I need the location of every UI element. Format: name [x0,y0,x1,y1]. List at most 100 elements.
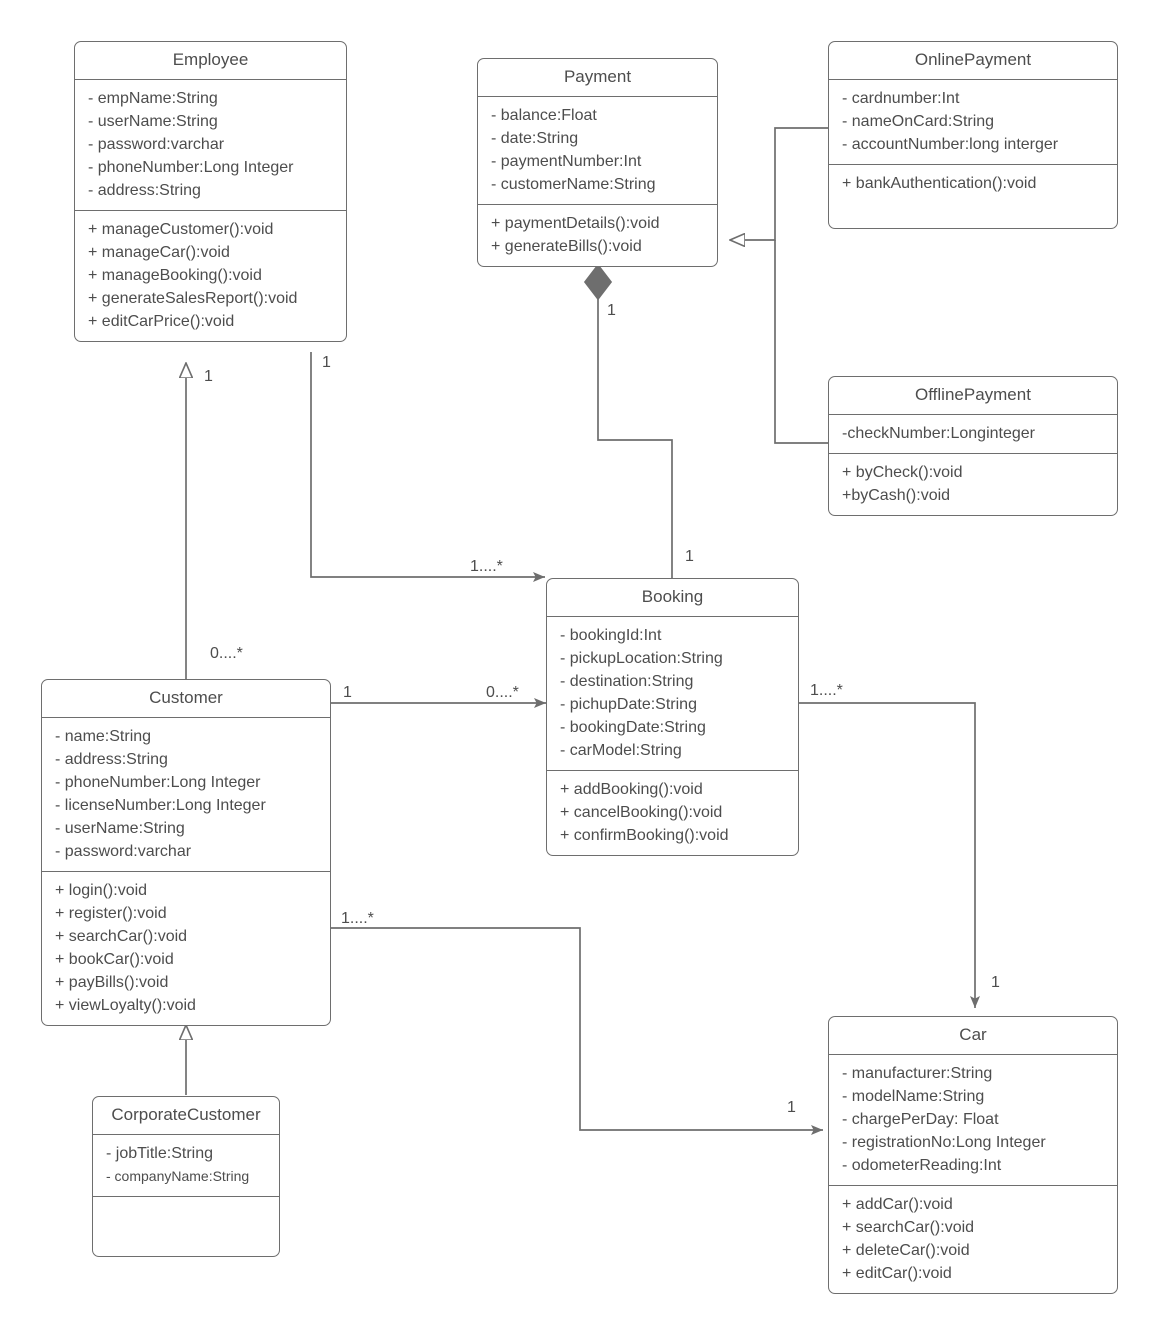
operation-row: + payBills():void [55,974,169,992]
attribute-row: - userName:String [55,820,185,838]
attribute-row: - destination:String [560,673,694,691]
multiplicity-customer-booking-source: 1 [343,684,352,701]
class-employee-attributes: - empName:String - userName:String - pas… [75,80,346,212]
class-customer-attributes: - name:String - address:String - phoneNu… [42,718,330,873]
edge-employee-booking [310,352,545,582]
class-car[interactable]: Car - manufacturer:String - modelName:St… [828,1016,1118,1295]
multiplicity-customer-above: 0....* [210,645,243,662]
class-offlinepayment[interactable]: OfflinePayment -checkNumber:Longinteger … [828,376,1118,517]
attribute-row: - chargePerDay: Float [842,1111,999,1129]
class-onlinepayment-attributes: - cardnumber:Int - nameOnCard:String - a… [829,80,1117,166]
class-onlinepayment-title: OnlinePayment [829,42,1117,81]
operation-row: + searchCar():void [842,1219,975,1237]
operation-row: + manageCustomer():void [88,221,274,239]
operation-row: + editCarPrice():void [88,313,235,331]
class-payment-operations: + paymentDetails():void + generateBills(… [478,205,717,266]
attribute-row: - bookingDate:String [560,719,706,737]
multiplicity-customer-car-target: 1 [787,1099,796,1116]
class-car-attributes: - manufacturer:String - modelName:String… [829,1055,1117,1187]
operation-row: + deleteCar():void [842,1242,970,1260]
class-car-operations: + addCar():void + searchCar():void + del… [829,1186,1117,1293]
class-employee[interactable]: Employee - empName:String - userName:Str… [74,41,347,343]
multiplicity-customer-car-source: 1....* [341,910,374,927]
operation-row: + bookCar():void [55,951,174,969]
attribute-row: - odometerReading:Int [842,1157,1002,1175]
class-corporatecustomer-title: CorporateCustomer [93,1097,279,1136]
attribute-row: - licenseNumber:Long Integer [55,797,266,815]
class-employee-title: Employee [75,42,346,81]
attribute-row: - empName:String [88,90,218,108]
multiplicity-booking-car-target: 1 [991,974,1000,991]
uml-class-diagram: Employee - empName:String - userName:Str… [0,0,1166,1317]
attribute-row: - phoneNumber:Long Integer [55,774,261,792]
operation-row: + paymentDetails():void [491,215,660,233]
operation-row: + manageCar():void [88,244,230,262]
operation-row: + bankAuthentication():void [842,175,1037,193]
attribute-row: -checkNumber:Longinteger [842,425,1035,443]
attribute-row: - password:varchar [55,843,192,861]
attribute-row: - password:varchar [88,136,225,154]
multiplicity-booking-car-source: 1....* [810,682,843,699]
class-booking-title: Booking [547,579,798,618]
class-corporatecustomer-operations [93,1197,279,1256]
class-customer[interactable]: Customer - name:String - address:String … [41,679,331,1027]
operation-row: + searchCar():void [55,928,188,946]
class-booking-attributes: - bookingId:Int - pickupLocation:String … [547,617,798,772]
class-booking-operations: + addBooking():void + cancelBooking():vo… [547,771,798,855]
attribute-row: - pichupDate:String [560,696,697,714]
attribute-row: - nameOnCard:String [842,113,995,131]
multiplicity-customer-booking-target: 0....* [486,684,519,701]
attribute-row: - phoneNumber:Long Integer [88,159,294,177]
class-corporatecustomer[interactable]: CorporateCustomer - jobTitle:String - co… [92,1096,280,1258]
operation-row: + addBooking():void [560,781,703,799]
attribute-row: - cardnumber:Int [842,90,960,108]
multiplicity-employee-booking-source: 1 [322,354,331,371]
operation-row: + cancelBooking():void [560,804,723,822]
attribute-row: - balance:Float [491,107,597,125]
class-car-title: Car [829,1017,1117,1056]
attribute-row: - name:String [55,728,152,746]
operation-row: + generateSalesReport():void [88,290,298,308]
attribute-row: - registrationNo:Long Integer [842,1134,1046,1152]
attribute-row: - customerName:String [491,176,656,194]
attribute-row: - address:String [88,182,201,200]
attribute-row: - bookingId:Int [560,627,662,645]
operation-row: + login():void [55,882,148,900]
edge-booking-payment [597,295,673,583]
class-employee-operations: + manageCustomer():void + manageCar():vo… [75,211,346,341]
class-customer-operations: + login():void + register():void + searc… [42,872,330,1025]
operation-row: + viewLoyalty():void [55,997,196,1015]
class-offlinepayment-title: OfflinePayment [829,377,1117,416]
attribute-row: - carModel:String [560,742,682,760]
edge-offlinepayment-payment [774,240,828,444]
class-payment[interactable]: Payment - balance:Float - date:String - … [477,58,718,268]
operation-row: + generateBills():void [491,238,642,256]
class-customer-title: Customer [42,680,330,719]
attribute-row: - pickupLocation:String [560,650,723,668]
composition-diamond [583,263,613,301]
attribute-row: - paymentNumber:Int [491,153,642,171]
operation-row: + register():void [55,905,167,923]
edge-onlinepayment-payment [730,127,828,240]
attribute-row: - companyName:String [106,1168,250,1185]
multiplicity-payment-booking: 1 [607,302,616,319]
multiplicity-customer-employee: 1 [204,368,213,385]
class-payment-title: Payment [478,59,717,98]
operation-row: +byCash():void [842,487,951,505]
attribute-row: - jobTitle:String [106,1145,213,1163]
class-booking[interactable]: Booking - bookingId:Int - pickupLocation… [546,578,799,857]
operation-row: + editCar():void [842,1265,952,1283]
class-payment-attributes: - balance:Float - date:String - paymentN… [478,97,717,206]
attribute-row: - manufacturer:String [842,1065,993,1083]
operation-row: + addCar():void [842,1196,953,1214]
class-corporatecustomer-attributes: - jobTitle:String - companyName:String [93,1135,279,1198]
attribute-row: - userName:String [88,113,218,131]
multiplicity-employee-booking-target: 1....* [470,558,503,575]
class-onlinepayment[interactable]: OnlinePayment - cardnumber:Int - nameOnC… [828,41,1118,230]
operation-row: + manageBooking():void [88,267,262,285]
edge-booking-car [799,702,980,1008]
attribute-row: - address:String [55,751,168,769]
class-offlinepayment-attributes: -checkNumber:Longinteger [829,415,1117,455]
class-onlinepayment-operations: + bankAuthentication():void [829,165,1117,228]
operation-row: + confirmBooking():void [560,827,729,845]
